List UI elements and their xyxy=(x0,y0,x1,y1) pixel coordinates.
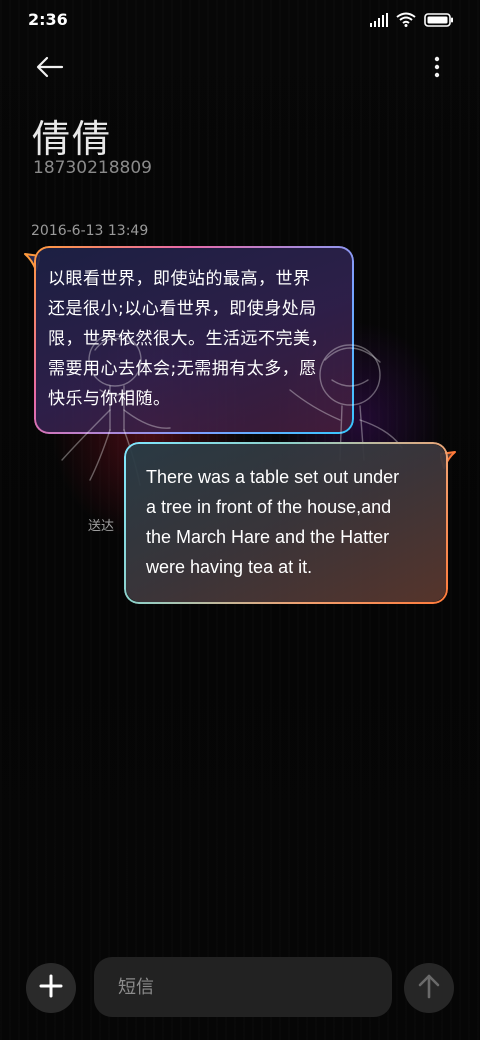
message-line: were having tea at it. xyxy=(146,557,313,577)
back-button[interactable] xyxy=(32,54,68,84)
plus-icon xyxy=(39,974,63,1002)
signal-icon xyxy=(370,12,388,31)
messages-screen: 2:36 倩倩 18730218809 2016-6-13 13:49 以眼看世… xyxy=(0,0,480,1040)
send-button[interactable] xyxy=(404,963,454,1013)
add-attachment-button[interactable] xyxy=(26,963,76,1013)
status-icons xyxy=(370,12,454,31)
contact-name: 倩倩 xyxy=(32,117,113,161)
delivery-status: 送达 xyxy=(88,519,115,534)
outgoing-message-text: There was a table set out under a tree i… xyxy=(146,462,434,582)
message-line: 以眼看世界，即使站的最高，世界 xyxy=(48,269,311,289)
message-timestamp: 2016-6-13 13:49 xyxy=(31,223,149,239)
battery-icon xyxy=(424,12,454,31)
status-time: 2:36 xyxy=(28,10,68,29)
message-line: There was a table set out under xyxy=(146,467,400,487)
back-arrow-icon xyxy=(36,56,64,82)
contact-number: 18730218809 xyxy=(33,158,152,178)
outgoing-message-bubble[interactable]: There was a table set out under a tree i… xyxy=(126,444,446,602)
message-line: a tree in front of the house,and xyxy=(146,497,392,517)
send-arrow-up-icon xyxy=(417,973,441,1003)
message-input[interactable] xyxy=(94,957,392,1017)
more-options-button[interactable] xyxy=(430,54,444,84)
message-line: the March Hare and the Hatter xyxy=(146,527,390,547)
more-vertical-icon xyxy=(434,56,440,82)
wifi-icon xyxy=(396,12,416,31)
status-bar: 2:36 xyxy=(0,0,480,40)
